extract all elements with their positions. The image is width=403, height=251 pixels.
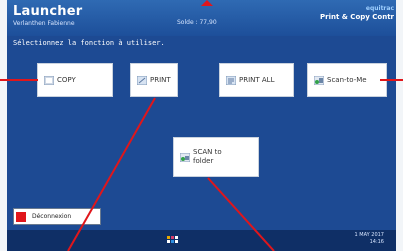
scan-to-me-button[interactable]: Scan-to-Me xyxy=(307,63,387,97)
scan-to-folder-icon xyxy=(180,152,190,162)
logout-label: Déconnexion xyxy=(32,213,72,220)
datetime: 1 MAY 2017 14:16 xyxy=(355,232,385,246)
scan-to-folder-label-2: folder xyxy=(193,157,214,165)
copy-button[interactable]: COPY xyxy=(37,63,113,97)
instruction-text: Sélectionnez la fonction à utiliser. xyxy=(13,39,165,47)
print-all-icon xyxy=(226,75,236,85)
brand-logo: equitrac Print & Copy Contr xyxy=(320,4,394,22)
scan-to-me-icon xyxy=(314,75,324,85)
scan-to-folder-label: SCAN to folder xyxy=(193,148,222,166)
print-button[interactable]: PRINT xyxy=(130,63,178,97)
app-title: Launcher xyxy=(13,4,83,19)
copy-icon xyxy=(44,75,54,85)
scan-to-folder-label-1: SCAN to xyxy=(193,148,222,156)
print-all-button[interactable]: PRINT ALL xyxy=(219,63,294,97)
scan-to-folder-button[interactable]: SCAN to folder xyxy=(173,137,259,177)
screen: Launcher Verlanthen Fabienne Solde : 77,… xyxy=(0,0,403,251)
bottom-status-bar: 1 MAY 2017 14:16 xyxy=(7,230,396,251)
brand-bottom: Print & Copy Contr xyxy=(320,13,394,21)
balance-label: Solde : 77,90 xyxy=(177,19,217,26)
logout-icon xyxy=(16,211,26,222)
title-bar: Launcher Verlanthen Fabienne Solde : 77,… xyxy=(7,0,396,36)
print-all-label: PRINT ALL xyxy=(239,76,275,84)
scan-to-me-label: Scan-to-Me xyxy=(327,76,367,84)
print-icon xyxy=(137,75,147,85)
user-name: Verlanthen Fabienne xyxy=(13,20,75,27)
brand-top: equitrac xyxy=(365,5,394,12)
date: 1 MAY 2017 xyxy=(354,232,385,238)
time: 14:16 xyxy=(369,239,384,245)
menu-dots-icon[interactable] xyxy=(167,236,179,246)
launcher-panel: Launcher Verlanthen Fabienne Solde : 77,… xyxy=(7,0,396,251)
print-label: PRINT xyxy=(150,76,171,84)
logout-button[interactable]: Déconnexion xyxy=(13,208,101,225)
copy-label: COPY xyxy=(57,76,76,84)
